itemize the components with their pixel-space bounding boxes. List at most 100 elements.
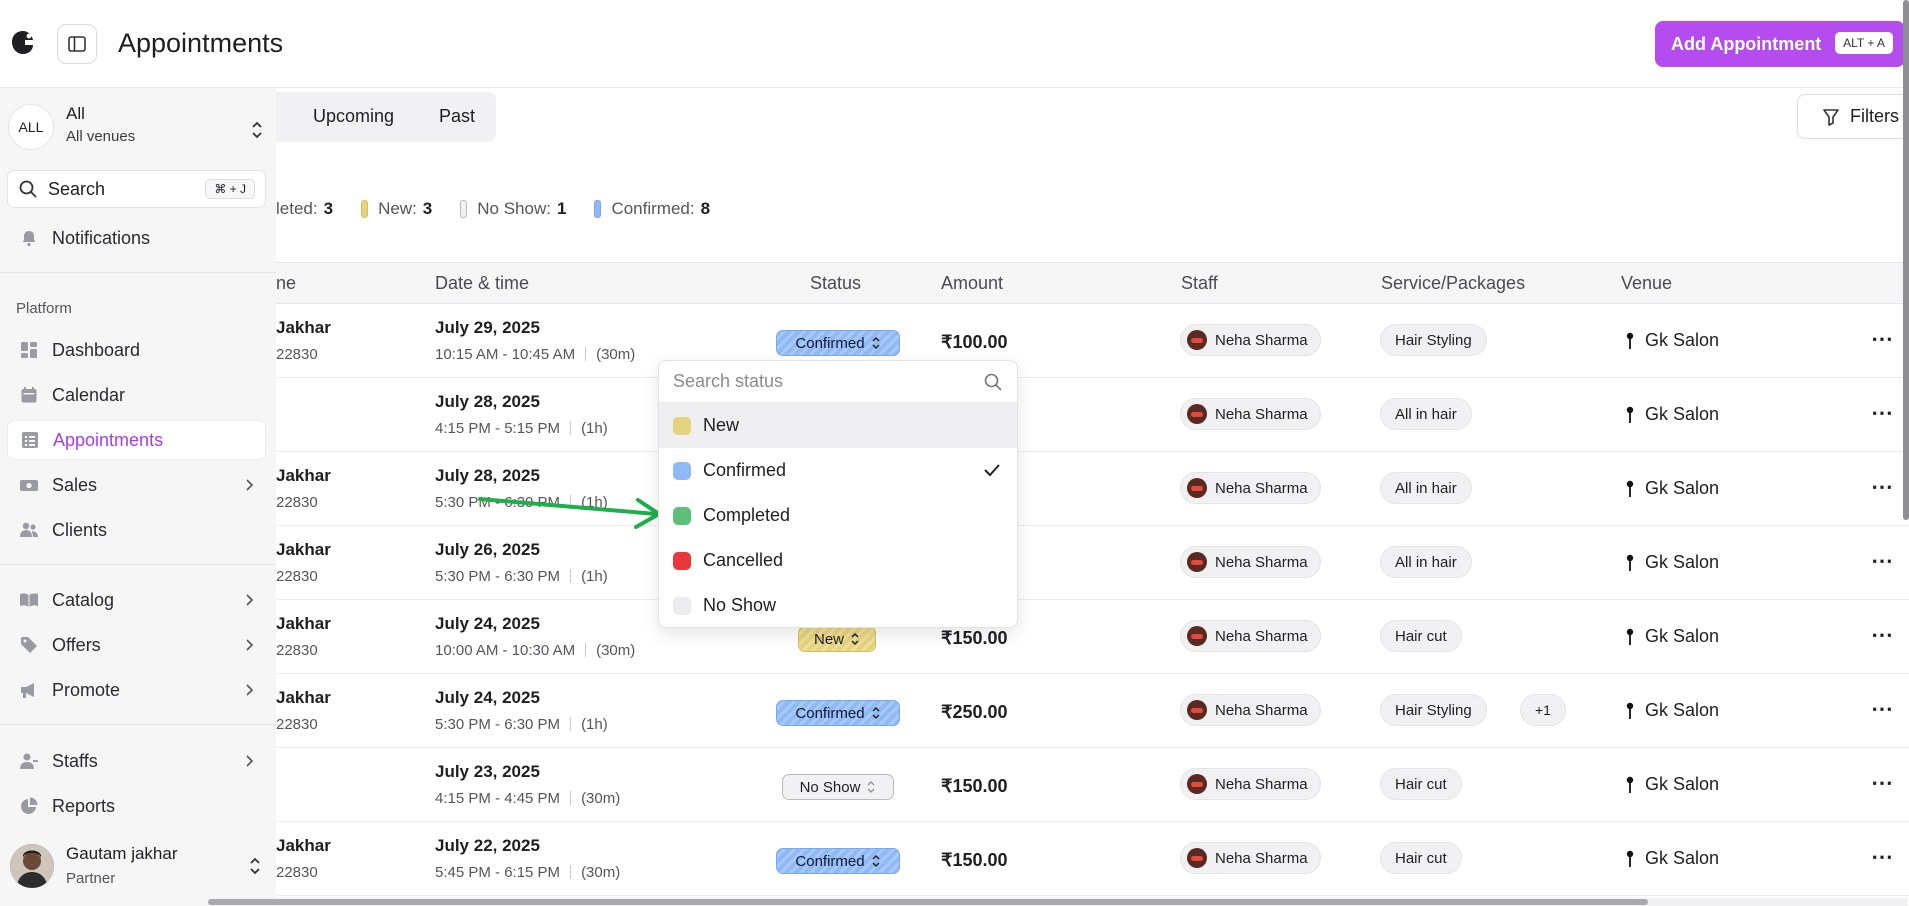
filters-button[interactable]: Filters [1797,94,1909,139]
status-dot-no-show [673,596,691,615]
sidebar-divider [0,724,276,725]
service-badge[interactable]: Hair cut [1380,842,1462,874]
more-options-icon[interactable]: ⋯ [1871,400,1894,426]
table-row[interactable]: Jakhar 22830 July 22, 2025 5:45 PM - 6:15 P… [276,822,1909,896]
column-name[interactable]: ne [276,273,296,294]
status-option-no-show[interactable]: No Show [659,583,1017,628]
sidebar-item-reports[interactable]: Reports [0,786,276,826]
chevron-up-down-icon [851,632,859,646]
venue-selector[interactable]: ALL All All venues [8,98,270,162]
table-row[interactable]: Jakhar 22830 July 24, 2025 5:30 PM - 6:30 P… [276,674,1909,748]
staff-badge[interactable]: Neha Sharma [1180,620,1321,652]
service-badge[interactable]: All in hair [1380,546,1472,578]
confirmed-swatch [594,200,602,218]
status-dot-confirmed [673,461,691,480]
status-option-confirmed[interactable]: Confirmed [659,448,1017,493]
tab-past[interactable]: Past [439,106,475,127]
page-title: Appointments [118,28,284,58]
pin-icon [1626,406,1634,423]
sidebar-item-staffs[interactable]: Staffs [0,741,276,781]
horizontal-scrollbar[interactable] [208,898,1908,906]
more-options-icon[interactable]: ⋯ [1871,770,1894,796]
sidebar-toggle-button[interactable] [57,24,97,64]
sidebar-item-promote[interactable]: Promote [0,670,276,710]
column-amount[interactable]: Amount [941,273,1003,294]
table-row[interactable]: Jakhar 22830 July 26, 2025 5:30 PM - 6:30 P… [276,526,1909,600]
search-icon [984,373,1002,391]
status-option-completed[interactable]: Completed [659,493,1017,538]
status-badge[interactable]: Confirmed [776,330,900,356]
more-options-icon[interactable]: ⋯ [1871,548,1894,574]
status-badge[interactable]: No Show [782,774,894,800]
staff-badge[interactable]: Neha Sharma [1180,842,1321,874]
sidebar-divider [0,564,276,565]
status-badge[interactable]: Confirmed [776,700,900,726]
pin-icon [1626,332,1634,349]
user-name: Gautam jakhar [66,844,178,863]
sidebar-item-appointments[interactable]: Appointments [7,420,266,460]
add-appointment-button[interactable]: Add Appointment ALT + A [1655,21,1905,67]
column-staff[interactable]: Staff [1181,273,1218,294]
venue-cell: Gk Salon [1625,330,1719,351]
status-search-input[interactable] [673,371,983,392]
column-date[interactable]: Date & time [435,273,529,294]
service-badge[interactable]: Hair Styling [1380,694,1487,726]
app-logo-icon[interactable] [8,28,38,58]
vertical-scrollbar[interactable] [1903,0,1909,520]
status-dot-completed [673,506,691,525]
book-icon [18,589,40,611]
sidebar-item-dashboard[interactable]: Dashboard [0,330,276,370]
sidebar-item-notifications[interactable]: Notifications [0,218,276,258]
status-option-new[interactable]: New [659,403,1017,448]
amount: ₹150.00 [941,850,1008,870]
staff-badge[interactable]: Neha Sharma [1180,768,1321,800]
sidebar-item-label: Sales [52,474,98,495]
table-row[interactable]: July 23, 2025 4:15 PM - 4:45 PM (30m) No Sh… [276,748,1909,822]
status-badge[interactable]: New [798,626,876,652]
service-badge[interactable]: Hair cut [1380,620,1462,652]
more-options-icon[interactable]: ⋯ [1871,326,1894,352]
sidebar-item-offers[interactable]: Offers [0,625,276,665]
dashboard-icon [18,339,40,361]
staff-badge[interactable]: Neha Sharma [1180,324,1321,356]
service-badge[interactable]: Hair cut [1380,768,1462,800]
pin-icon [1626,776,1634,793]
table-row[interactable]: Jakhar 22830 July 24, 2025 10:00 AM - 10:30… [276,600,1909,674]
appointment-time: 4:15 PM - 5:15 PM (1h) [435,420,608,437]
more-options-icon[interactable]: ⋯ [1871,844,1894,870]
sidebar-item-catalog[interactable]: Catalog [0,580,276,620]
tab-upcoming[interactable]: Upcoming [313,106,394,127]
horizontal-scroll-thumb[interactable] [208,899,1648,905]
service-badge[interactable]: All in hair [1380,398,1472,430]
staff-badge[interactable]: Neha Sharma [1180,546,1321,578]
service-badge[interactable]: All in hair [1380,472,1472,504]
client-name: Jakhar [276,836,331,855]
more-options-icon[interactable]: ⋯ [1871,696,1894,722]
column-service[interactable]: Service/Packages [1381,273,1525,294]
sidebar-item-sales[interactable]: Sales [0,465,276,505]
staff-badge[interactable]: Neha Sharma [1180,472,1321,504]
chevron-up-down-icon [872,336,880,350]
staff-badge[interactable]: Neha Sharma [1180,694,1321,726]
table-row[interactable]: Jakhar 22830 July 29, 2025 10:15 AM - 10:45… [276,304,1909,378]
sidebar-search[interactable]: Search ⌘ + J [7,170,266,208]
table-row[interactable]: July 28, 2025 4:15 PM - 5:15 PM (1h) Neha S… [276,378,1909,452]
staff-badge[interactable]: Neha Sharma [1180,398,1321,430]
sidebar-item-label: Catalog [52,589,115,610]
sidebar-item-clients[interactable]: Clients [0,510,276,550]
column-venue[interactable]: Venue [1621,273,1672,294]
appointment-time: 4:15 PM - 4:45 PM (30m) [435,790,621,807]
status-option-cancelled[interactable]: Cancelled [659,538,1017,583]
status-badge[interactable]: Confirmed [776,848,900,874]
more-options-icon[interactable]: ⋯ [1871,474,1894,500]
column-status[interactable]: Status [810,273,861,294]
client-phone: 22830 [276,494,318,511]
check-icon [984,464,1000,477]
service-badge[interactable]: Hair Styling [1380,324,1487,356]
more-options-icon[interactable]: ⋯ [1871,622,1894,648]
avatar [1187,330,1207,350]
user-menu[interactable]: Gautam jakhar Partner [0,830,276,900]
chevron-up-down-icon [252,121,262,139]
sidebar-item-calendar[interactable]: Calendar [0,375,276,415]
more-services-badge[interactable]: +1 [1520,694,1566,726]
